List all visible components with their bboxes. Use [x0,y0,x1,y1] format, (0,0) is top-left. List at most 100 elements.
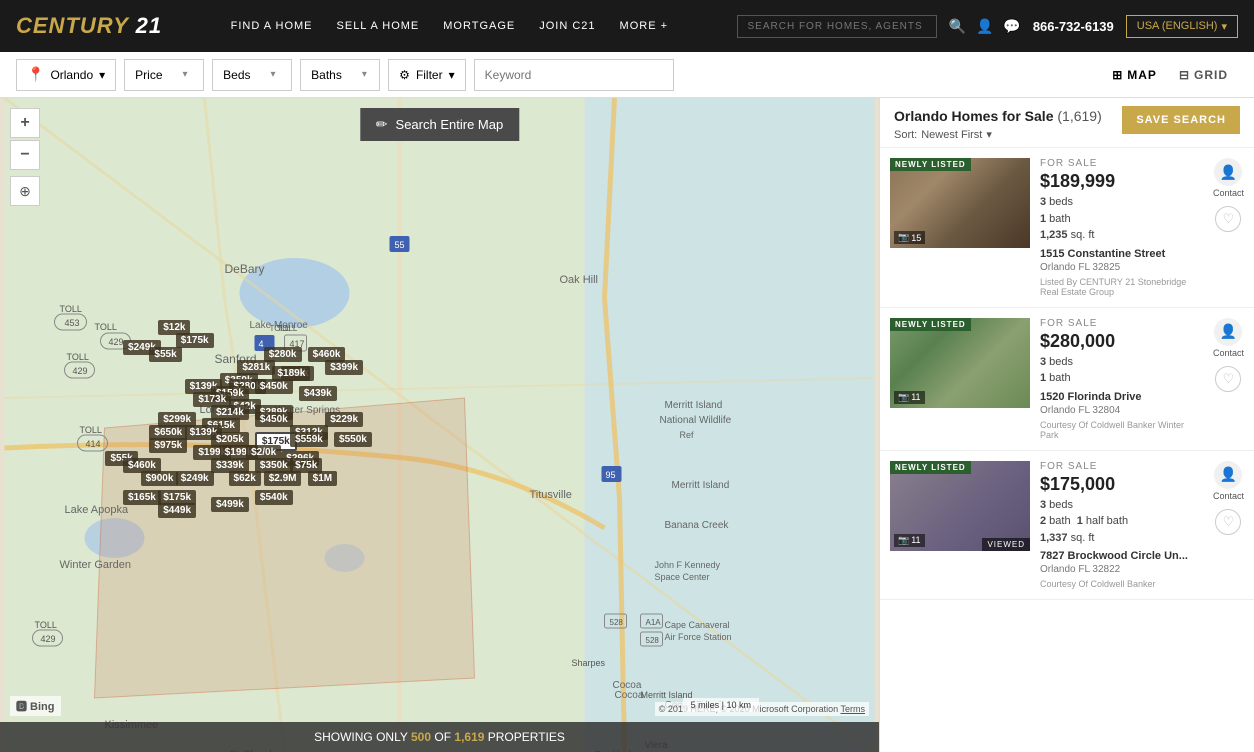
nav-join-c21[interactable]: JOIN C21 [539,20,595,32]
svg-text:95: 95 [606,470,616,480]
price-pin-p49[interactable]: $540k [255,490,293,505]
filter-chevron-icon: ▾ [449,68,455,82]
location-label: Orlando [50,68,93,82]
price-pin-p13[interactable]: $450k [255,379,293,394]
grid-view-button[interactable]: ⊟ GRID [1169,63,1238,87]
listing-status-2: FOR SALE [1040,318,1203,329]
listing-actions-3: 👤 Contact ♡ [1213,461,1244,590]
price-chevron-icon: ▾ [183,69,188,80]
listing-city-1: Orlando FL 32825 [1040,262,1203,273]
svg-text:A1A: A1A [646,618,662,627]
sort-prefix: Sort: [894,129,917,141]
language-button[interactable]: USA (ENGLISH) ▾ [1126,15,1238,38]
beds-label: Beds [223,68,250,82]
price-pin-p18[interactable]: $439k [299,386,337,401]
nav-more[interactable]: MORE + [620,20,668,32]
terms-link[interactable]: Terms [841,704,866,714]
favorite-button-2[interactable]: ♡ [1215,366,1241,392]
price-dropdown[interactable]: Price ▾ [124,59,204,91]
svg-text:Banana Creek: Banana Creek [665,520,730,531]
price-pin-p9[interactable]: $399k [325,360,363,375]
search-entire-map-button[interactable]: ✏ Search Entire Map [360,108,519,141]
contact-button-2[interactable]: 👤 Contact [1213,318,1244,358]
listing-info-2: FOR SALE $280,000 3 beds 1 bath 1520 Flo… [1040,318,1203,440]
save-search-button[interactable]: SAVE SEARCH [1122,106,1240,134]
listing-details-3: 3 beds 2 bath 1 half bath 1,337 sq. ft [1040,497,1203,547]
listing-actions-2: 👤 Contact ♡ [1213,318,1244,440]
zoom-in-button[interactable]: + [10,108,40,138]
location-icon: 📍 [27,66,44,83]
listing-price-2: $280,000 [1040,331,1203,352]
listing-card-1[interactable]: NEWLY LISTED 📷15 FOR SALE $189,999 3 bed… [880,148,1254,308]
svg-text:55: 55 [395,240,405,250]
beds-dropdown[interactable]: Beds ▾ [212,59,292,91]
listing-image-3: NEWLY LISTED 📷11 VIEWED [890,461,1030,551]
view-toggle: ⊞ MAP ⊟ GRID [1102,63,1238,87]
keyword-input[interactable] [474,59,674,91]
svg-text:TOLL: TOLL [95,322,117,332]
listing-info-1: FOR SALE $189,999 3 beds 1 bath 1,235 sq… [1040,158,1203,297]
listing-image-1: NEWLY LISTED 📷15 [890,158,1030,248]
sort-dropdown[interactable]: Sort: Newest First ▾ [894,128,1122,141]
nav-find-home[interactable]: FIND A HOME [231,20,313,32]
logo[interactable]: CENTURY 21 [16,13,162,39]
global-search-input[interactable] [737,15,937,38]
search-icon[interactable]: 🔍 [949,18,966,35]
my-location-button[interactable]: ⊕ [10,176,40,206]
price-pin-p4[interactable]: $175k [176,333,214,348]
svg-text:National Wildlife: National Wildlife [660,415,732,426]
price-pin-p32[interactable]: $975k [149,438,187,453]
filter-button[interactable]: ⚙ Filter ▾ [388,59,465,91]
listing-address-3: 7827 Brockwood Circle Un... [1040,550,1203,562]
price-pin-p22[interactable]: $450k [255,412,293,427]
listing-city-3: Orlando FL 32822 [1040,564,1203,575]
listing-badge-2: NEWLY LISTED [890,318,971,331]
baths-dropdown[interactable]: Baths ▾ [300,59,380,91]
listing-card-2[interactable]: NEWLY LISTED 📷11 FOR SALE $280,000 3 bed… [880,308,1254,451]
svg-text:Space Center: Space Center [655,572,710,582]
price-pin-p31[interactable]: $550k [334,432,372,447]
top-nav: CENTURY 21 FIND A HOME SELL A HOME MORTG… [0,0,1254,52]
price-pin-p23[interactable]: $229k [325,412,363,427]
price-pin-p15[interactable]: $189k [272,366,310,381]
contact-button-3[interactable]: 👤 Contact [1213,461,1244,501]
location-dropdown[interactable]: 📍 Orlando ▾ [16,59,116,91]
favorite-button-3[interactable]: ♡ [1215,509,1241,535]
listing-agent-1: Listed By CENTURY 21 Stonebridge Real Es… [1040,277,1203,297]
nav-sell-home[interactable]: SELL A HOME [337,20,420,32]
nav-mortgage[interactable]: MORTGAGE [443,20,515,32]
zoom-out-button[interactable]: − [10,140,40,170]
map-bottom-bar: SHOWING ONLY 500 OF 1,619 PROPERTIES [0,722,879,752]
price-pin-p51[interactable]: $449k [158,503,196,518]
listing-card-3[interactable]: NEWLY LISTED 📷11 VIEWED FOR SALE $175,00… [880,451,1254,601]
account-icon[interactable]: 👤 [976,18,993,35]
contact-button-1[interactable]: 👤 Contact [1213,158,1244,198]
showing-count: 500 [411,730,431,744]
price-pin-p50[interactable]: $499k [211,497,249,512]
price-pin-p43[interactable]: $249k [176,471,214,486]
price-pin-p45[interactable]: $2.9M [264,471,302,486]
listing-details-1: 3 beds 1 bath 1,235 sq. ft [1040,194,1203,244]
chat-icon[interactable]: 💬 [1003,18,1020,35]
price-pin-p2[interactable]: $55k [149,347,181,362]
svg-text:429: 429 [73,366,88,376]
svg-text:Sharpes: Sharpes [572,658,606,668]
price-pin-p46[interactable]: $1M [308,471,337,486]
map-view-button[interactable]: ⊞ MAP [1102,63,1167,87]
svg-text:TOLL: TOLL [67,352,89,362]
price-pin-p30[interactable]: $559k [290,432,328,447]
svg-text:414: 414 [86,439,101,449]
svg-text:TOLL: TOLL [60,304,82,314]
map-section[interactable]: DeBary Lake Monroe Sanford Winter Spring… [0,98,879,752]
svg-text:Merritt Island: Merritt Island [665,400,723,411]
price-pin-p42[interactable]: $900k [141,471,179,486]
contact-icon-3: 👤 [1214,461,1242,489]
chevron-down-icon: ▾ [1221,20,1227,33]
svg-text:Cocoa: Cocoa [615,690,644,701]
svg-text:429: 429 [41,634,56,644]
price-pin-p6[interactable]: $280k [264,347,302,362]
svg-text:429: 429 [109,337,124,347]
price-pin-p47[interactable]: $165k [123,490,161,505]
price-pin-p44[interactable]: $62k [229,471,261,486]
favorite-button-1[interactable]: ♡ [1215,206,1241,232]
